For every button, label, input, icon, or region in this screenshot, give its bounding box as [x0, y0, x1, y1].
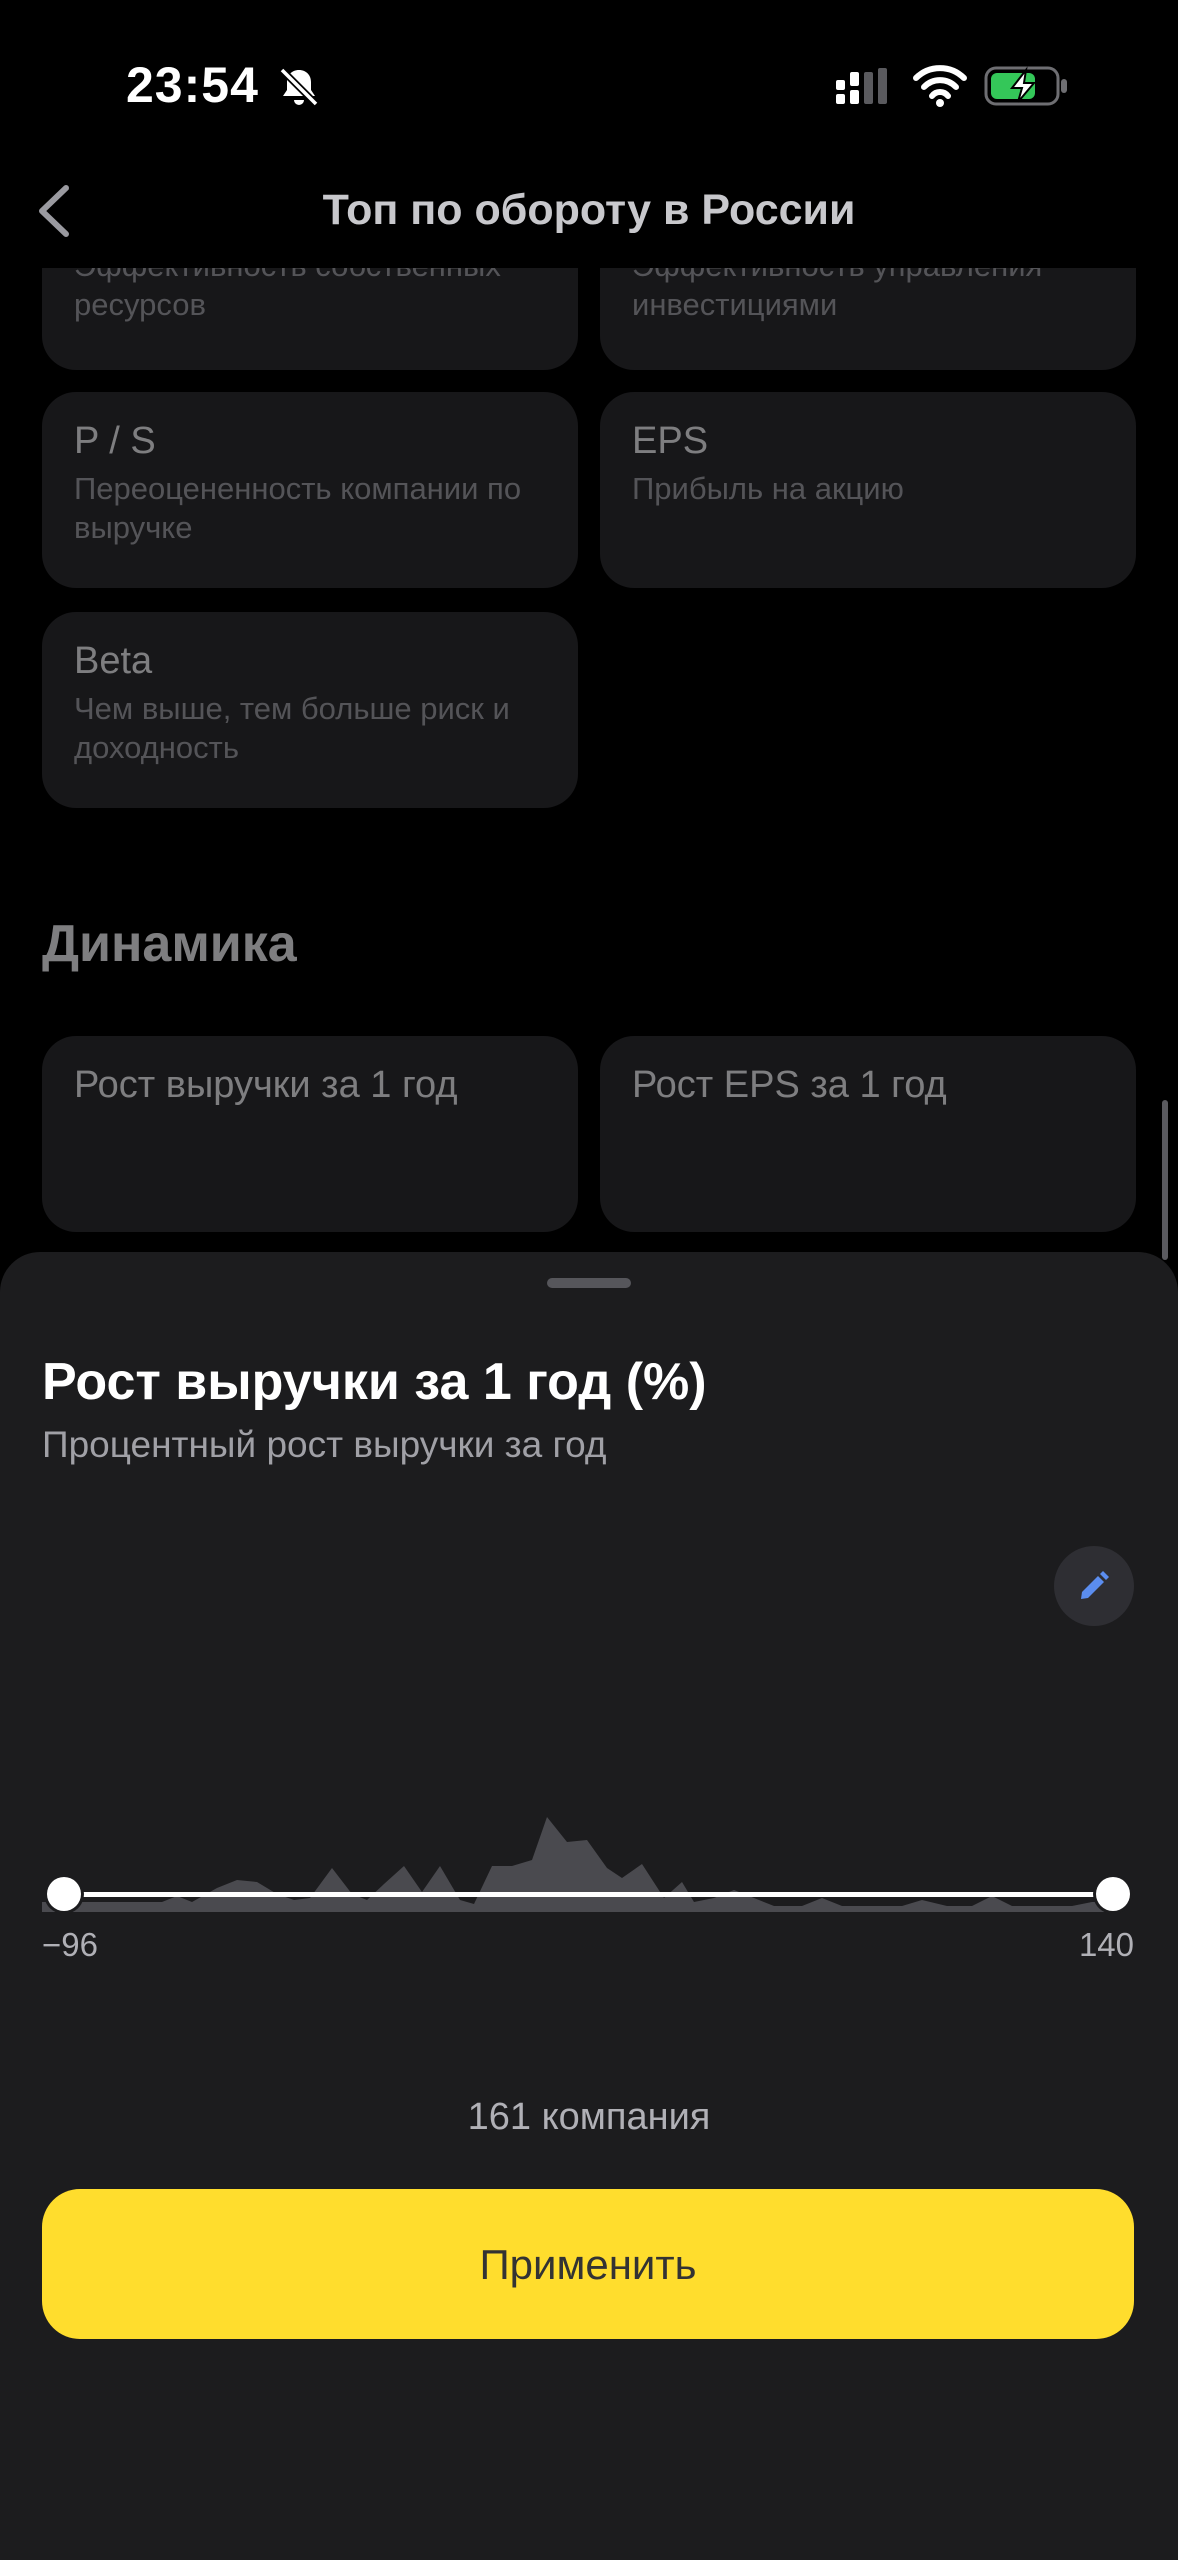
- range-min-label: −96: [42, 1926, 98, 1963]
- page-title: Топ по обороту в России: [322, 186, 856, 234]
- metric-card-title: Beta: [74, 640, 153, 682]
- scroll-indicator[interactable]: [1162, 1100, 1168, 1260]
- metric-card-title: EPS: [632, 420, 709, 462]
- wifi-icon: [913, 65, 967, 107]
- range-slider-track[interactable]: [64, 1892, 1114, 1897]
- metric-card[interactable]: Эффективность управления инвестициями: [600, 268, 1136, 370]
- metric-card-desc: Прибыль на акцию: [632, 471, 904, 506]
- battery-charging-icon: [984, 66, 1067, 106]
- filter-bottom-sheet: Рост выручки за 1 год (%) Процентный рос…: [0, 1252, 1178, 2560]
- distribution-histogram: [42, 1817, 1114, 1912]
- dynamics-card-title: Рост выручки за 1 год: [74, 1064, 458, 1106]
- sheet-subtitle: Процентный рост выручки за год: [42, 1424, 607, 1465]
- pencil-icon: [1081, 1571, 1109, 1599]
- status-bar: 23:54: [0, 0, 1178, 170]
- range-max-label: 140: [1078, 1926, 1134, 1963]
- filters-list: Эффективность собственных ресурсов Эффек…: [0, 268, 1178, 1248]
- range-slider-min-handle[interactable]: [47, 1877, 81, 1911]
- range-slider-max-handle[interactable]: [1096, 1877, 1130, 1911]
- dynamics-card-revenue-growth[interactable]: Рост выручки за 1 год: [42, 1036, 578, 1232]
- metric-card-desc: Чем выше, тем больше риск и доходность: [74, 691, 510, 765]
- edit-range-button[interactable]: [1054, 1546, 1134, 1626]
- bell-slash-icon: [279, 67, 319, 107]
- metric-card[interactable]: Эффективность собственных ресурсов: [42, 268, 578, 370]
- dynamics-card-title: Рост EPS за 1 год: [632, 1064, 947, 1106]
- metric-card-title: P / S: [74, 420, 156, 462]
- companies-count: 161 компания: [467, 2096, 711, 2138]
- sheet-title: Рост выручки за 1 год (%): [42, 1353, 707, 1411]
- sheet-drag-handle[interactable]: [547, 1278, 631, 1288]
- metric-card-ps[interactable]: P / S Переоцененность компании по выручк…: [42, 392, 578, 588]
- histogram-area: [42, 1817, 1114, 1912]
- dynamics-card-eps-growth[interactable]: Рост EPS за 1 год: [600, 1036, 1136, 1232]
- cellular-signal-icon: [836, 68, 887, 104]
- apply-button[interactable]: Применить: [42, 2189, 1134, 2339]
- metric-card-desc: Эффективность управления инвестициями: [632, 268, 1042, 322]
- section-title-dynamics: Динамика: [42, 915, 297, 973]
- status-time: 23:54: [126, 57, 259, 113]
- metric-card-desc: Эффективность собственных ресурсов: [74, 268, 501, 322]
- metric-card-beta[interactable]: Beta Чем выше, тем больше риск и доходно…: [42, 612, 578, 808]
- metric-card-eps[interactable]: EPS Прибыль на акцию: [600, 392, 1136, 588]
- metric-card-desc: Переоцененность компании по выручке: [74, 471, 522, 545]
- navigation-bar: Топ по обороту в России: [0, 160, 1178, 260]
